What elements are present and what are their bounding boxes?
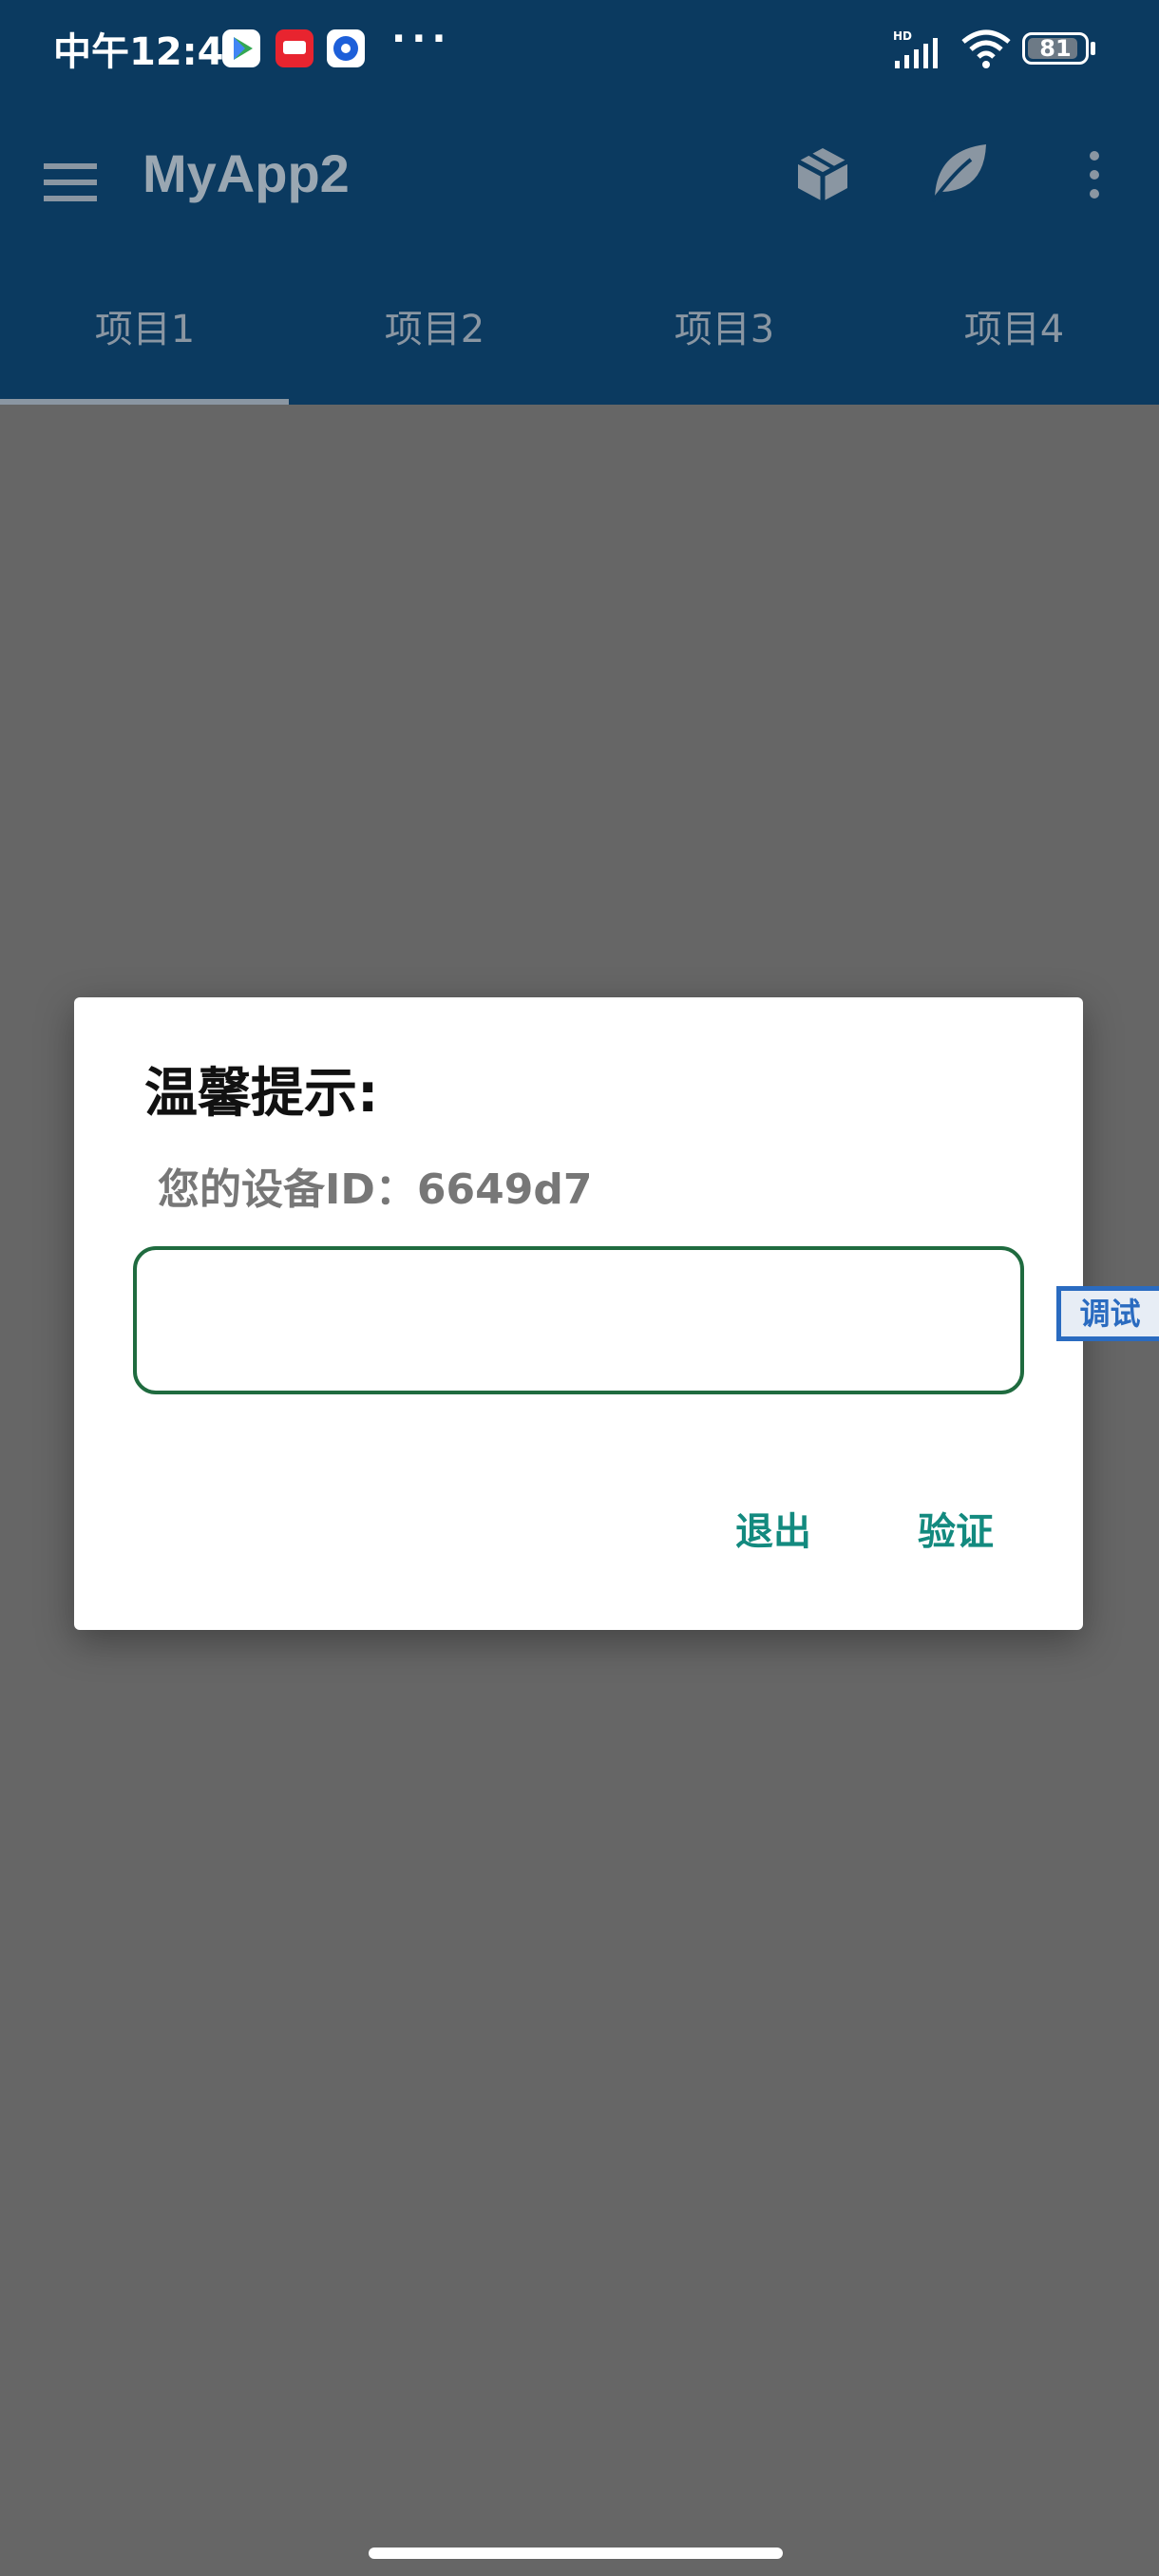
browser-app-icon	[327, 29, 365, 67]
verification-code-input[interactable]	[133, 1246, 1024, 1394]
network-label: HD	[893, 29, 912, 43]
verify-button[interactable]: 验证	[918, 1501, 994, 1556]
battery-icon: 81	[1022, 32, 1089, 65]
battery-tip	[1091, 42, 1095, 55]
battery-level: 81	[1039, 35, 1072, 62]
status-time: 中午12:41	[53, 30, 251, 74]
more-notifications-icon: ···	[391, 17, 452, 61]
verification-dialog: 温馨提示: 您的设备ID：6649d7 退出 验证	[74, 997, 1083, 1630]
play-store-icon	[222, 29, 260, 67]
device-id-message: 您的设备ID：6649d7	[158, 1165, 593, 1214]
signal-icon: HD	[893, 28, 946, 74]
exit-button[interactable]: 退出	[735, 1501, 811, 1556]
news-app-icon	[276, 29, 314, 67]
home-gesture-bar[interactable]	[369, 2548, 783, 2559]
wifi-icon	[960, 28, 1013, 74]
debug-floating-button[interactable]: 调试	[1056, 1286, 1159, 1341]
status-bar: 中午12:41 ··· HD 81	[0, 0, 1159, 99]
dialog-title: 温馨提示:	[144, 1063, 379, 1125]
